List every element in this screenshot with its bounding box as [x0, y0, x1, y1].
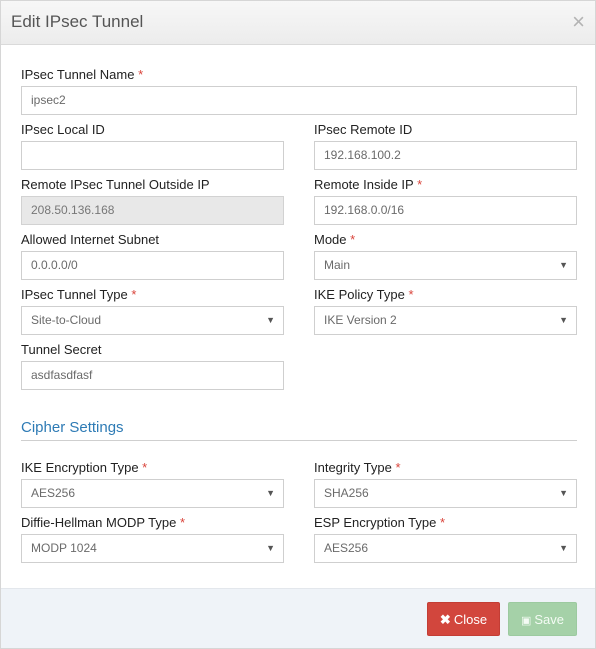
required-marker: * [408, 287, 414, 302]
tunnel-secret-label-text: Tunnel Secret [21, 342, 102, 357]
dh-modp-value: MODP 1024 [31, 541, 97, 555]
mode-select[interactable]: Main ▼ [314, 251, 577, 280]
caret-down-icon: ▼ [559, 543, 568, 553]
ike-encryption-value: AES256 [31, 486, 76, 500]
remote-outside-ip-label-text: Remote IPsec Tunnel Outside IP [21, 177, 210, 192]
tunnel-secret-label: Tunnel Secret [21, 342, 101, 357]
local-id-label-text: IPsec Local ID [21, 122, 105, 137]
modal-title: Edit IPsec Tunnel [11, 12, 144, 31]
remote-id-input[interactable]: 192.168.100.2 [314, 141, 577, 170]
section-divider [21, 440, 577, 441]
required-marker: * [138, 67, 144, 82]
close-icon[interactable]: × [572, 10, 585, 34]
esp-encryption-value: AES256 [324, 541, 369, 555]
esp-encryption-select[interactable]: AES256 ▼ [314, 534, 577, 563]
remote-outside-ip-value: 208.50.136.168 [31, 203, 115, 217]
required-marker: * [142, 460, 148, 475]
remote-id-label-text: IPsec Remote ID [314, 122, 413, 137]
remote-outside-ip-input: 208.50.136.168 [21, 196, 284, 225]
close-button-label: Close [453, 612, 488, 627]
required-marker: * [179, 515, 186, 530]
remote-inside-ip-input[interactable]: 192.168.0.0/16 [314, 196, 577, 225]
floppy-disk-icon: ▣ [520, 615, 532, 627]
caret-down-icon: ▼ [559, 260, 568, 270]
dh-modp-label-text: Diffie-Hellman MODP Type [21, 515, 177, 530]
allowed-subnet-label-text: Allowed Internet Subnet [21, 232, 160, 247]
ike-encryption-label: IKE Encryption Type * [21, 460, 147, 475]
remote-inside-ip-label-text: Remote Inside IP [314, 177, 414, 192]
allowed-subnet-input[interactable]: 0.0.0.0/0 [21, 251, 284, 280]
ike-encryption-select[interactable]: AES256 ▼ [21, 479, 284, 508]
edit-ipsec-tunnel-dialog: Edit IPsec Tunnel × IPsec Tunnel Name * … [0, 0, 596, 649]
caret-down-icon: ▼ [266, 543, 275, 553]
remote-inside-ip-value: 192.168.0.0/16 [324, 203, 405, 217]
required-marker: * [440, 515, 446, 530]
local-id-input[interactable] [21, 141, 284, 170]
mode-value: Main [324, 258, 351, 272]
caret-down-icon: ▼ [266, 488, 275, 498]
x-icon: ✖ [439, 612, 451, 627]
required-marker: * [131, 287, 137, 302]
ike-policy-label: IKE Policy Type * [314, 287, 414, 302]
remote-id-value: 192.168.100.2 [324, 148, 401, 162]
allowed-subnet-label: Allowed Internet Subnet [21, 232, 159, 247]
integrity-label: Integrity Type * [314, 460, 401, 475]
modal-header: Edit IPsec Tunnel × [1, 1, 595, 45]
tunnel-name-input[interactable]: ipsec2 [21, 86, 577, 115]
ike-policy-select[interactable]: IKE Version 2 ▼ [314, 306, 577, 335]
modal-footer: ✖ Close ▣ Save [1, 588, 595, 648]
save-button[interactable]: ▣ Save [508, 602, 577, 636]
remote-inside-ip-label: Remote Inside IP * [314, 177, 422, 192]
dh-modp-select[interactable]: MODP 1024 ▼ [21, 534, 284, 563]
integrity-label-text: Integrity Type [314, 460, 392, 475]
ike-encryption-label-text: IKE Encryption Type [21, 460, 139, 475]
tunnel-secret-input[interactable]: asdfasdfasf [21, 361, 284, 390]
close-button[interactable]: ✖ Close [427, 602, 500, 636]
required-marker: * [417, 177, 423, 192]
tunnel-type-label: IPsec Tunnel Type * [21, 287, 136, 302]
tunnel-type-select[interactable]: Site-to-Cloud ▼ [21, 306, 284, 335]
ike-policy-value: IKE Version 2 [324, 313, 397, 327]
esp-encryption-label-text: ESP Encryption Type [314, 515, 437, 530]
caret-down-icon: ▼ [559, 315, 568, 325]
mode-label-text: Mode [314, 232, 347, 247]
required-marker: * [350, 232, 356, 247]
remote-id-label: IPsec Remote ID [314, 122, 412, 137]
integrity-value: SHA256 [324, 486, 369, 500]
caret-down-icon: ▼ [266, 315, 275, 325]
ike-policy-label-text: IKE Policy Type [314, 287, 405, 302]
allowed-subnet-value: 0.0.0.0/0 [31, 258, 78, 272]
tunnel-type-value: Site-to-Cloud [31, 313, 102, 327]
tunnel-type-label-text: IPsec Tunnel Type [21, 287, 128, 302]
tunnel-name-value: ipsec2 [31, 93, 66, 107]
required-marker: * [395, 460, 401, 475]
tunnel-secret-value: asdfasdfasf [31, 368, 93, 382]
tunnel-name-label-text: IPsec Tunnel Name [21, 67, 135, 82]
esp-encryption-label: ESP Encryption Type * [314, 515, 445, 530]
dh-modp-label: Diffie-Hellman MODP Type * [21, 515, 185, 530]
integrity-select[interactable]: SHA256 ▼ [314, 479, 577, 508]
local-id-label: IPsec Local ID [21, 122, 105, 137]
tunnel-name-label: IPsec Tunnel Name * [21, 67, 143, 82]
save-button-label: Save [534, 612, 565, 627]
remote-outside-ip-label: Remote IPsec Tunnel Outside IP [21, 177, 210, 192]
cipher-settings-heading: Cipher Settings [21, 419, 124, 436]
mode-label: Mode * [314, 232, 355, 247]
caret-down-icon: ▼ [559, 488, 568, 498]
